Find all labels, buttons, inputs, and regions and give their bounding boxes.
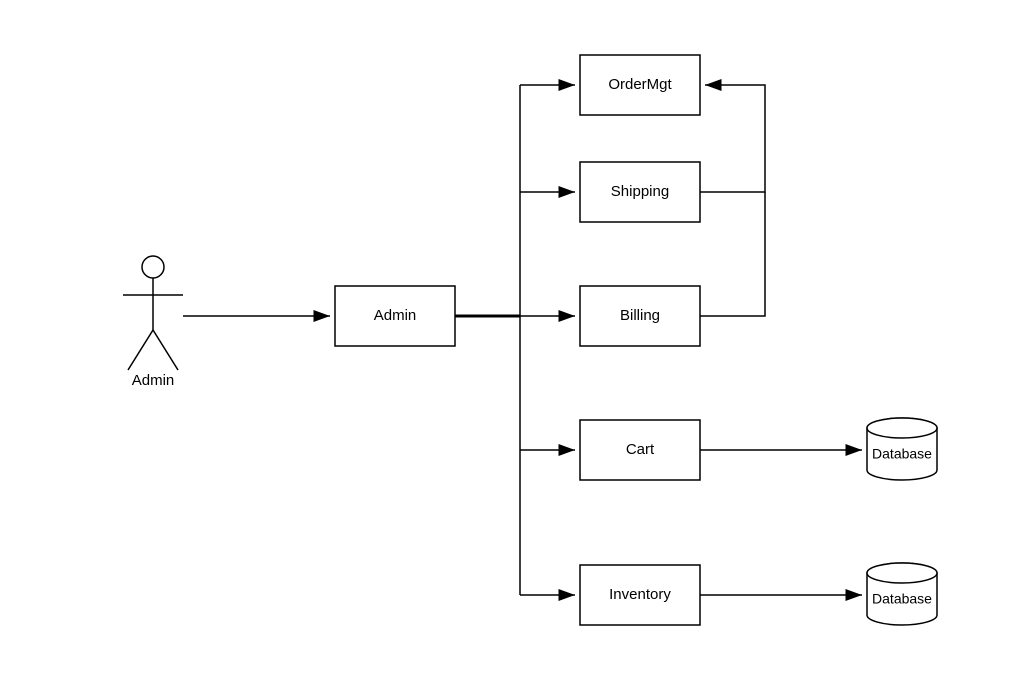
box-billing-label: Billing [620, 307, 660, 324]
database-inventory: Database [867, 563, 937, 625]
connector-shipping-ordermgt [700, 85, 765, 192]
box-cart: Cart [580, 420, 700, 480]
box-cart-label: Cart [626, 441, 655, 458]
box-shipping: Shipping [580, 162, 700, 222]
box-admin: Admin [335, 286, 455, 346]
box-admin-label: Admin [374, 307, 417, 324]
actor-label: Admin [132, 372, 175, 389]
box-shipping-label: Shipping [611, 183, 669, 200]
database-cart: Database [867, 418, 937, 480]
box-billing: Billing [580, 286, 700, 346]
database-cart-label: Database [872, 446, 932, 462]
box-inventory-label: Inventory [609, 586, 671, 603]
actor-admin: Admin [123, 256, 183, 389]
diagram-canvas: Admin Admin OrderMgt Shipping Billing Ca… [0, 0, 1020, 700]
box-inventory: Inventory [580, 565, 700, 625]
connector-billing-up [700, 192, 765, 316]
box-ordermgt: OrderMgt [580, 55, 700, 115]
box-ordermgt-label: OrderMgt [608, 76, 672, 93]
database-inventory-label: Database [872, 591, 932, 607]
